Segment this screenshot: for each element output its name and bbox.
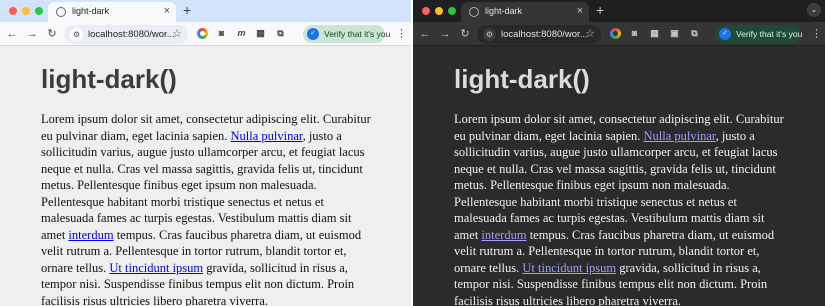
tab-close-button[interactable]: ×: [164, 4, 170, 18]
tab-light-dark[interactable]: light-dark ×: [461, 2, 589, 22]
link-interdum[interactable]: interdum: [481, 228, 526, 242]
puzzle-extensions-icon[interactable]: ⧉: [275, 28, 286, 39]
color-extension-icon[interactable]: [197, 28, 208, 39]
page-title: light-dark(): [454, 64, 590, 94]
close-window-button[interactable]: [9, 7, 17, 15]
toolbar: ← → ↻ ⚙ localhost:8080/wor... ☆ ◙ ▦ ▣ ⧉ …: [413, 22, 825, 46]
tab-search-icon[interactable]: ⌄: [807, 3, 821, 17]
link-nulla-pulvinar[interactable]: Nulla pulvinar: [231, 129, 303, 143]
reload-button[interactable]: ↻: [45, 27, 59, 41]
tab-title: light-dark: [485, 6, 523, 16]
link-nulla-pulvinar[interactable]: Nulla pulvinar: [644, 129, 716, 143]
site-info-icon[interactable]: ⚙: [70, 28, 83, 41]
close-window-button[interactable]: [422, 7, 430, 15]
storage-extension-icon[interactable]: ▦: [255, 28, 266, 39]
browser-window-dark: light-dark × + ⌄ ← → ↻ ⚙ localhost:8080/…: [413, 0, 825, 306]
window-controls: [422, 7, 456, 15]
body-paragraph: Lorem ipsum dolor sit amet, consectetur …: [454, 111, 784, 306]
window-controls: [9, 7, 43, 15]
tab-light-dark[interactable]: light-dark ×: [48, 2, 176, 22]
body-paragraph: Lorem ipsum dolor sit amet, consectetur …: [41, 111, 371, 306]
menu-kebab-icon[interactable]: ⋮: [811, 27, 822, 41]
link-interdum[interactable]: interdum: [68, 228, 113, 242]
profile-avatar-icon: ✓: [307, 28, 319, 40]
verify-label: Verify that it's you: [324, 29, 391, 39]
browser-window-light: light-dark × + ← → ↻ ⚙ localhost:8080/wo…: [0, 0, 411, 306]
maximize-window-button[interactable]: [35, 7, 43, 15]
paragraph-text: , justo a sollicitudin varius, augue jus…: [454, 128, 778, 242]
tab-title: light-dark: [72, 6, 110, 16]
minimize-window-button[interactable]: [22, 7, 30, 15]
page-content: light-dark() Lorem ipsum dolor sit amet,…: [41, 63, 371, 306]
menu-kebab-icon[interactable]: ⋮: [396, 27, 407, 41]
link-ut-tincidunt-ipsum[interactable]: Ut tincidunt ipsum: [109, 261, 203, 275]
url-text: localhost:8080/wor...: [88, 29, 175, 40]
address-bar[interactable]: ⚙ localhost:8080/wor... ☆: [477, 25, 601, 44]
globe-icon: [469, 7, 479, 17]
verify-identity-chip[interactable]: ✓ Verify that it's you: [715, 25, 803, 43]
m-extension-icon[interactable]: m: [236, 28, 247, 39]
minimize-window-button[interactable]: [435, 7, 443, 15]
tab-close-button[interactable]: ×: [577, 4, 583, 18]
camera-extension-icon[interactable]: ◙: [629, 28, 640, 39]
forward-button[interactable]: →: [438, 27, 452, 41]
back-button[interactable]: ←: [5, 27, 19, 41]
bookmark-star-icon[interactable]: ☆: [172, 27, 182, 40]
verify-identity-chip[interactable]: ✓ Verify that it's you: [303, 25, 390, 43]
tab-strip: light-dark × + ⌄: [413, 0, 825, 22]
globe-icon: [56, 7, 66, 17]
page-content: light-dark() Lorem ipsum dolor sit amet,…: [454, 63, 784, 306]
bookmark-star-icon[interactable]: ☆: [585, 27, 595, 40]
site-info-icon[interactable]: ⚙: [483, 28, 496, 41]
verify-label: Verify that it's you: [736, 29, 803, 39]
link-ut-tincidunt-ipsum[interactable]: Ut tincidunt ipsum: [522, 261, 616, 275]
new-tab-button[interactable]: +: [596, 2, 604, 18]
color-extension-icon[interactable]: [610, 28, 621, 39]
url-text: localhost:8080/wor...: [501, 29, 588, 40]
new-tab-button[interactable]: +: [183, 2, 191, 18]
forward-button[interactable]: →: [25, 27, 39, 41]
page-title: light-dark(): [41, 64, 177, 94]
toolbar: ← → ↻ ⚙ localhost:8080/wor... ☆ ◙ m ▦ ⧉ …: [0, 22, 411, 46]
tab-strip: light-dark × +: [0, 0, 411, 22]
maximize-window-button[interactable]: [448, 7, 456, 15]
back-button[interactable]: ←: [418, 27, 432, 41]
storage-extension-icon[interactable]: ▦: [649, 28, 660, 39]
paragraph-text: , justo a sollicitudin varius, augue jus…: [41, 128, 365, 242]
reload-button[interactable]: ↻: [458, 27, 472, 41]
image-extension-icon[interactable]: ▣: [669, 28, 680, 39]
puzzle-extensions-icon[interactable]: ⧉: [689, 28, 700, 39]
camera-extension-icon[interactable]: ◙: [216, 28, 227, 39]
address-bar[interactable]: ⚙ localhost:8080/wor... ☆: [64, 25, 188, 44]
profile-avatar-icon: ✓: [719, 28, 731, 40]
